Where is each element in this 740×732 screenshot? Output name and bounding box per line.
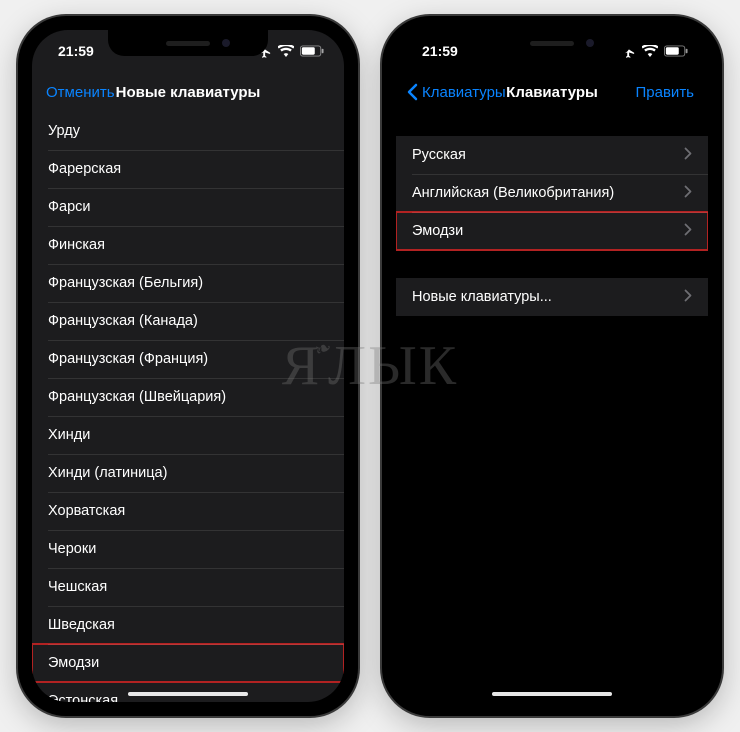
list-item-label: Чероки bbox=[48, 541, 96, 557]
phone-right: 21:59 Клавиатуры Клавиатуры Править Русс… bbox=[382, 16, 722, 716]
notch bbox=[472, 30, 632, 56]
status-right bbox=[621, 44, 688, 59]
add-keyboard-row[interactable]: Новые клавиатуры... bbox=[396, 278, 708, 316]
speaker bbox=[530, 41, 574, 46]
list-item[interactable]: Французская (Бельгия) bbox=[32, 264, 344, 302]
active-keyboards-group: Русская Английская (Великобритания) Эмодзи bbox=[396, 136, 708, 250]
list-item[interactable]: Эмодзи bbox=[396, 212, 708, 250]
list-item-label: Английская (Великобритания) bbox=[412, 185, 614, 201]
list-item-label: Эстонская bbox=[48, 693, 118, 702]
back-label: Клавиатуры bbox=[422, 84, 506, 101]
list-item-label: Русская bbox=[412, 147, 466, 163]
list-item[interactable]: Чешская bbox=[32, 568, 344, 606]
navbar-left: Отменить Новые клавиатуры bbox=[32, 72, 344, 112]
list-item[interactable]: Хинди (латиница) bbox=[32, 454, 344, 492]
list-item-label: Урду bbox=[48, 123, 80, 139]
list-item[interactable]: Английская (Великобритания) bbox=[396, 174, 708, 212]
edit-button[interactable]: Править bbox=[636, 84, 695, 101]
list-item-label: Эмодзи bbox=[48, 655, 99, 671]
chevron-right-icon bbox=[684, 223, 692, 240]
status-time: 21:59 bbox=[58, 43, 94, 59]
list-item-label: Фарси bbox=[48, 199, 91, 215]
screen-left: 21:59 Отменить Новые клавиатуры Урду Фаре… bbox=[32, 30, 344, 702]
list-item-label: Хинди (латиница) bbox=[48, 465, 167, 481]
battery-icon bbox=[664, 45, 688, 57]
list-item[interactable]: Финская bbox=[32, 226, 344, 264]
home-indicator[interactable] bbox=[128, 692, 248, 696]
list-item[interactable]: Французская (Канада) bbox=[32, 302, 344, 340]
cancel-button[interactable]: Отменить bbox=[46, 84, 115, 101]
phone-left: 21:59 Отменить Новые клавиатуры Урду Фаре… bbox=[18, 16, 358, 716]
list-item-label: Французская (Канада) bbox=[48, 313, 198, 329]
status-time: 21:59 bbox=[422, 43, 458, 59]
list-item-label: Финская bbox=[48, 237, 105, 253]
chevron-right-icon bbox=[684, 185, 692, 202]
front-camera bbox=[222, 39, 230, 47]
back-button[interactable]: Клавиатуры bbox=[406, 83, 506, 101]
battery-icon bbox=[300, 45, 324, 57]
list-item[interactable]: Шведская bbox=[32, 606, 344, 644]
page-title: Клавиатуры bbox=[506, 84, 598, 101]
list-item[interactable]: Французская (Франция) bbox=[32, 340, 344, 378]
list-item-label: Фарерская bbox=[48, 161, 121, 177]
list-item-label: Чешская bbox=[48, 579, 107, 595]
add-keyboard-group: Новые клавиатуры... bbox=[396, 278, 708, 316]
list-item-label: Хинди bbox=[48, 427, 90, 443]
list-item-label: Шведская bbox=[48, 617, 115, 633]
list-item[interactable]: Хинди bbox=[32, 416, 344, 454]
list-item-label: Новые клавиатуры... bbox=[412, 289, 552, 305]
list-item-label: Эмодзи bbox=[412, 223, 463, 239]
status-right bbox=[257, 44, 324, 59]
home-indicator[interactable] bbox=[492, 692, 612, 696]
list-item[interactable]: Фарси bbox=[32, 188, 344, 226]
list-item-label: Французская (Швейцария) bbox=[48, 389, 226, 405]
list-item[interactable]: Урду bbox=[32, 112, 344, 150]
screen-right: 21:59 Клавиатуры Клавиатуры Править Русс… bbox=[396, 30, 708, 702]
page-title: Новые клавиатуры bbox=[116, 84, 261, 101]
list-item[interactable]: Русская bbox=[396, 136, 708, 174]
list-item-label: Хорватская bbox=[48, 503, 125, 519]
group-gap bbox=[396, 250, 708, 278]
wifi-icon bbox=[278, 45, 294, 57]
notch bbox=[108, 30, 268, 56]
list-item[interactable]: Фарерская bbox=[32, 150, 344, 188]
wifi-icon bbox=[642, 45, 658, 57]
list-item[interactable]: Французская (Швейцария) bbox=[32, 378, 344, 416]
list-item[interactable]: Эмодзи bbox=[32, 644, 344, 682]
navbar-right: Клавиатуры Клавиатуры Править bbox=[396, 72, 708, 112]
speaker bbox=[166, 41, 210, 46]
front-camera bbox=[586, 39, 594, 47]
list-item-label: Французская (Бельгия) bbox=[48, 275, 203, 291]
chevron-left-icon bbox=[406, 83, 418, 101]
keyboard-list[interactable]: Урду Фарерская Фарси Финская Французская (Бе… bbox=[32, 112, 344, 702]
chevron-right-icon bbox=[684, 289, 692, 306]
list-item[interactable]: Чероки bbox=[32, 530, 344, 568]
list-item[interactable]: Хорватская bbox=[32, 492, 344, 530]
chevron-right-icon bbox=[684, 147, 692, 164]
list-item-label: Французская (Франция) bbox=[48, 351, 208, 367]
